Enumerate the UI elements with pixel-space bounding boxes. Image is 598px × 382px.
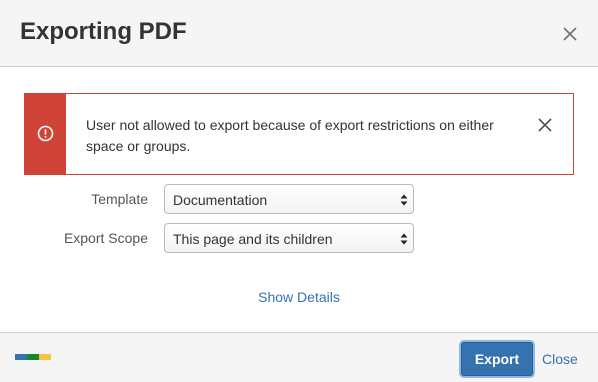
dialog-header: Exporting PDF bbox=[0, 0, 598, 67]
export-pdf-dialog: Exporting PDF User not allowed to export… bbox=[0, 0, 598, 382]
close-icon bbox=[563, 27, 577, 41]
select-arrows-icon bbox=[400, 233, 408, 245]
error-circle-icon bbox=[37, 125, 54, 142]
dialog-close-button[interactable] bbox=[558, 22, 582, 46]
logo-segment bbox=[27, 354, 39, 360]
select-arrows-icon bbox=[400, 194, 408, 206]
show-details-row: Show Details bbox=[0, 289, 598, 305]
export-scope-label: Export Scope bbox=[63, 230, 148, 246]
dialog-title: Exporting PDF bbox=[20, 18, 187, 45]
alert-dismiss-button[interactable] bbox=[535, 115, 555, 135]
error-alert: User not allowed to export because of ex… bbox=[24, 93, 574, 175]
export-scope-select-value: This page and its children bbox=[173, 231, 333, 247]
export-scope-row: Export Scope This page and its children bbox=[0, 223, 598, 253]
logo-segment bbox=[39, 354, 51, 360]
template-label: Template bbox=[91, 191, 148, 207]
template-row: Template Documentation bbox=[0, 184, 598, 214]
logo-segment bbox=[15, 354, 27, 360]
show-details-link[interactable]: Show Details bbox=[258, 289, 340, 305]
export-scope-select[interactable]: This page and its children bbox=[164, 223, 414, 253]
template-select[interactable]: Documentation bbox=[164, 184, 414, 214]
dialog-footer: Export Close bbox=[0, 332, 598, 382]
export-button[interactable]: Export bbox=[461, 342, 533, 376]
close-link[interactable]: Close bbox=[542, 351, 578, 367]
alert-icon-box bbox=[25, 94, 66, 174]
alert-message: User not allowed to export because of ex… bbox=[86, 117, 494, 154]
product-logo bbox=[15, 354, 51, 360]
close-icon bbox=[538, 118, 552, 132]
template-select-value: Documentation bbox=[173, 192, 268, 208]
